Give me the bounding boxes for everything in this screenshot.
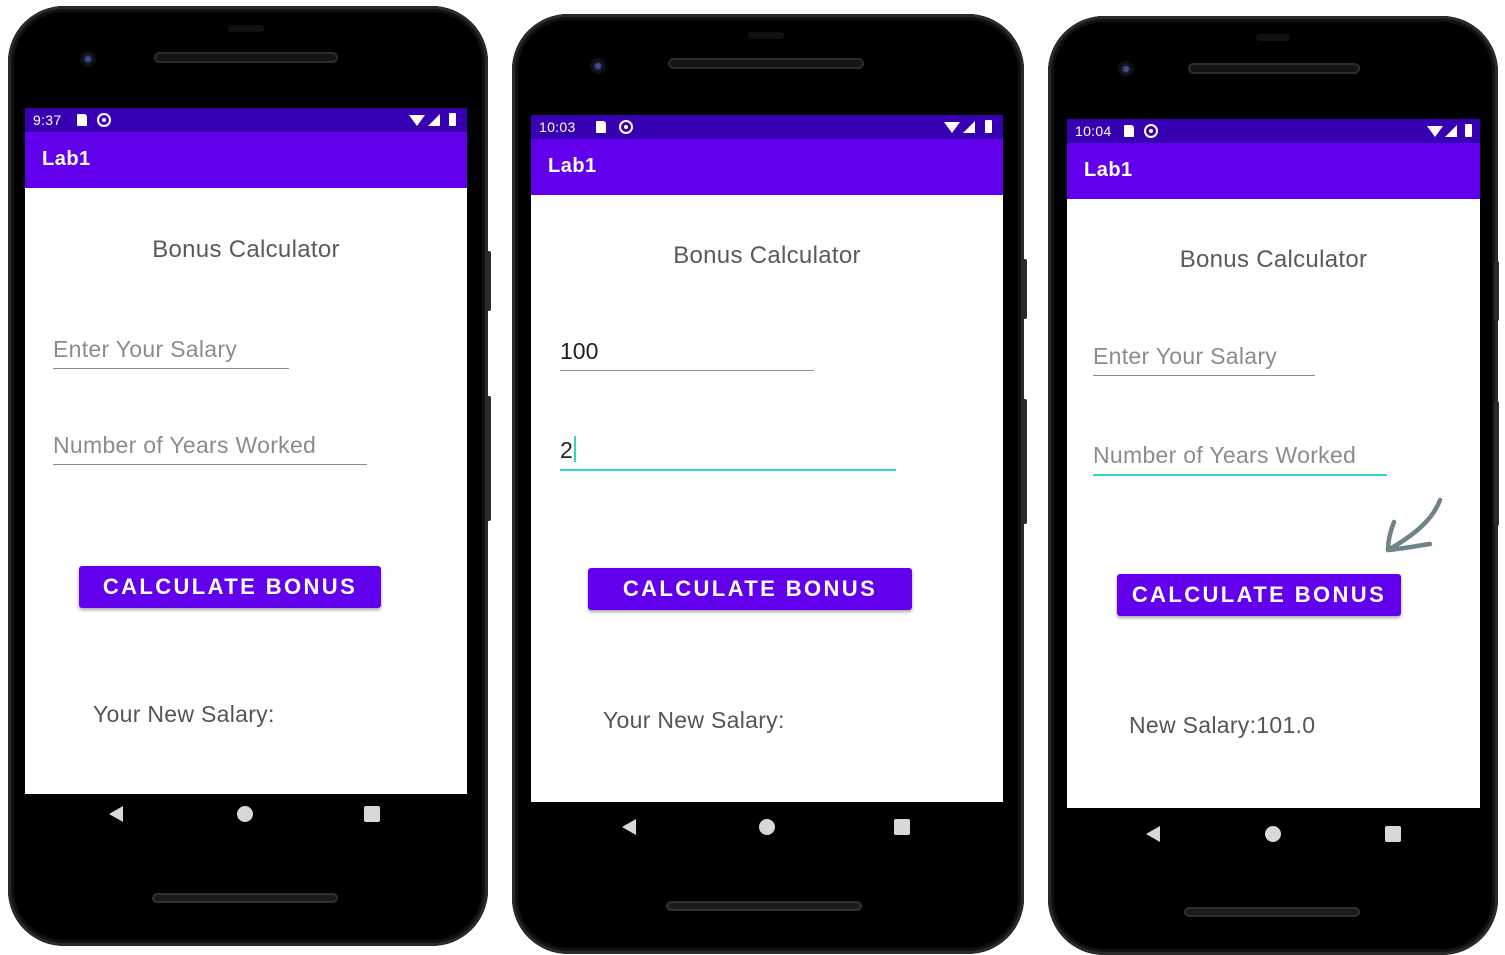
battery-icon bbox=[449, 113, 456, 126]
phone-frame-1: 9:37 Lab1 Bonus Calculator Enter Your Sa… bbox=[8, 6, 491, 946]
phone-frame-2: 10:03 Lab1 Bonus Calculator 100 2 CALCUL… bbox=[512, 14, 1027, 954]
nav-bar bbox=[512, 816, 1024, 846]
home-icon[interactable] bbox=[237, 806, 253, 822]
app-bar: Lab1 bbox=[531, 139, 1003, 195]
status-bar: 9:37 bbox=[25, 108, 467, 132]
bottom-speaker bbox=[666, 901, 862, 911]
sync-icon bbox=[619, 120, 633, 134]
salary-input[interactable]: 100 bbox=[560, 324, 814, 371]
top-sensor bbox=[228, 25, 264, 32]
nav-bar bbox=[8, 801, 488, 831]
salary-placeholder: Enter Your Salary bbox=[1093, 343, 1278, 369]
cell-signal-icon bbox=[1445, 125, 1457, 137]
volume-button bbox=[486, 396, 491, 521]
power-button bbox=[486, 251, 491, 311]
sd-card-icon bbox=[77, 114, 87, 126]
bottom-speaker bbox=[152, 893, 338, 903]
volume-button bbox=[1494, 401, 1499, 526]
battery-icon bbox=[985, 120, 992, 133]
status-time: 10:04 bbox=[1075, 123, 1112, 139]
home-icon[interactable] bbox=[1265, 826, 1281, 842]
calculate-bonus-button[interactable]: CALCULATE BONUS bbox=[588, 568, 912, 610]
power-button bbox=[1494, 261, 1499, 321]
power-button bbox=[1022, 259, 1027, 319]
years-placeholder: Number of Years Worked bbox=[53, 432, 317, 458]
cell-signal-icon bbox=[963, 121, 975, 133]
years-input[interactable]: 2 bbox=[560, 423, 896, 471]
text-caret bbox=[573, 436, 576, 462]
sd-card-icon bbox=[1124, 125, 1134, 137]
nav-bar bbox=[1048, 824, 1498, 854]
volume-button bbox=[1022, 399, 1027, 524]
status-time: 10:03 bbox=[539, 119, 576, 135]
home-icon[interactable] bbox=[759, 819, 775, 835]
app-title: Lab1 bbox=[548, 155, 597, 177]
front-camera-icon bbox=[590, 58, 606, 74]
screen-3: 10:04 Lab1 Bonus Calculator Enter Your S… bbox=[1067, 119, 1480, 808]
battery-icon bbox=[1465, 124, 1472, 137]
screen-2: 10:03 Lab1 Bonus Calculator 100 2 CALCUL… bbox=[531, 115, 1003, 802]
front-camera-icon bbox=[80, 51, 96, 67]
sync-icon bbox=[1144, 124, 1158, 138]
top-sensor bbox=[748, 32, 784, 39]
recents-icon[interactable] bbox=[1385, 826, 1401, 842]
status-bar: 10:03 bbox=[531, 115, 1003, 139]
phone-frame-3: 10:04 Lab1 Bonus Calculator Enter Your S… bbox=[1048, 16, 1499, 955]
back-icon[interactable] bbox=[1146, 826, 1160, 842]
salary-input[interactable]: Enter Your Salary bbox=[1093, 329, 1315, 376]
page-title: Bonus Calculator bbox=[1179, 246, 1368, 273]
app-title: Lab1 bbox=[42, 148, 91, 170]
app-bar: Lab1 bbox=[25, 132, 467, 188]
years-placeholder: Number of Years Worked bbox=[1093, 442, 1357, 468]
new-salary-result: Your New Salary: bbox=[603, 707, 785, 733]
sync-icon bbox=[97, 113, 111, 127]
hand-drawn-arrow-icon bbox=[1385, 497, 1443, 553]
earpiece-speaker bbox=[1188, 63, 1360, 74]
years-input[interactable]: Number of Years Worked bbox=[53, 418, 367, 465]
sd-card-icon bbox=[596, 121, 606, 133]
app-bar: Lab1 bbox=[1067, 143, 1480, 199]
recents-icon[interactable] bbox=[894, 819, 910, 835]
years-input[interactable]: Number of Years Worked bbox=[1093, 428, 1387, 476]
front-camera-icon bbox=[1118, 61, 1134, 77]
status-time: 9:37 bbox=[33, 112, 62, 128]
new-salary-result: Your New Salary: bbox=[93, 701, 275, 727]
app-title: Lab1 bbox=[1084, 159, 1133, 181]
back-icon[interactable] bbox=[109, 806, 123, 822]
screen-1: 9:37 Lab1 Bonus Calculator Enter Your Sa… bbox=[25, 108, 467, 794]
wifi-icon bbox=[409, 115, 425, 126]
calculate-bonus-button[interactable]: CALCULATE BONUS bbox=[1117, 574, 1401, 616]
years-value: 2 bbox=[560, 437, 573, 463]
bottom-speaker bbox=[1184, 907, 1360, 917]
earpiece-speaker bbox=[668, 58, 864, 69]
cell-signal-icon bbox=[428, 114, 440, 126]
back-icon[interactable] bbox=[622, 819, 636, 835]
calculate-bonus-button[interactable]: CALCULATE BONUS bbox=[79, 566, 381, 608]
wifi-icon bbox=[944, 122, 960, 133]
page-title: Bonus Calculator bbox=[673, 242, 861, 269]
page-title: Bonus Calculator bbox=[152, 236, 340, 263]
wifi-icon bbox=[1427, 126, 1443, 137]
recents-icon[interactable] bbox=[364, 806, 380, 822]
status-bar: 10:04 bbox=[1067, 119, 1480, 143]
salary-input[interactable]: Enter Your Salary bbox=[53, 322, 289, 369]
salary-placeholder: Enter Your Salary bbox=[53, 336, 238, 362]
salary-value: 100 bbox=[560, 338, 599, 364]
top-sensor bbox=[1256, 34, 1290, 41]
earpiece-speaker bbox=[154, 52, 338, 63]
new-salary-result: New Salary:101.0 bbox=[1129, 712, 1316, 738]
